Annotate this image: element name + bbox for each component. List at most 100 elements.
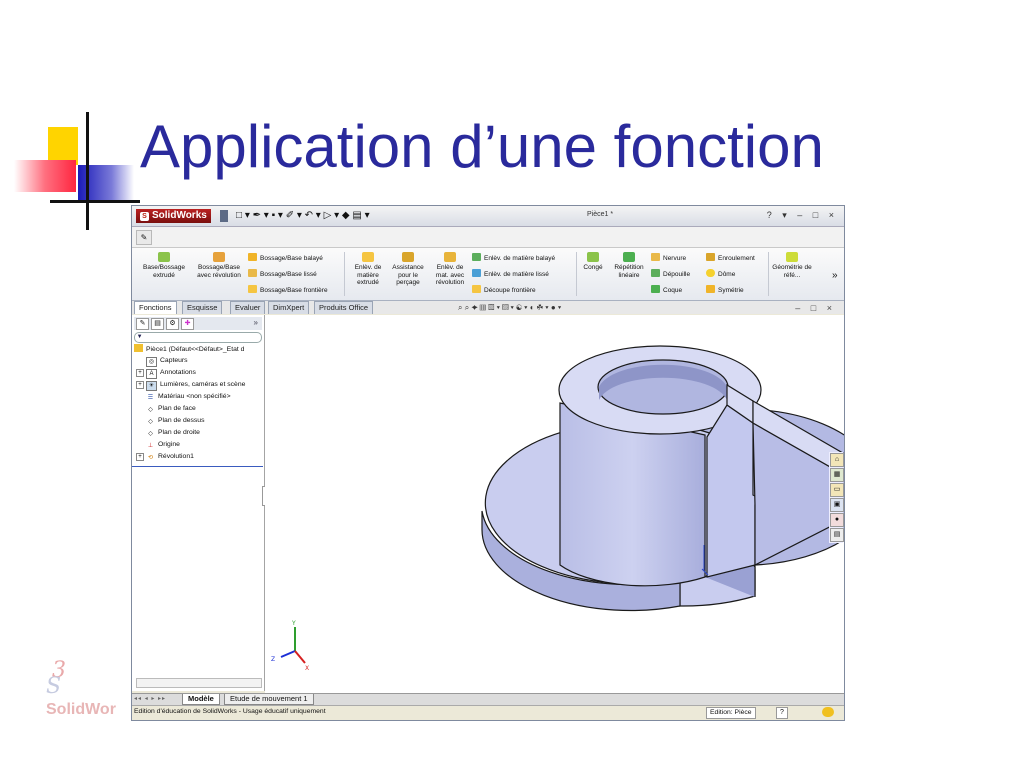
cut-sweep-label: Enlèv. de matière balayé [484, 255, 556, 262]
shell-button[interactable]: Coque [651, 285, 682, 295]
sweep-icon [248, 253, 257, 261]
document-window-controls[interactable]: – □ × [795, 303, 836, 313]
rebuild-icon[interactable] [822, 707, 834, 717]
cut-revolve-icon [444, 252, 456, 262]
mirror-button[interactable]: Symétrie [706, 285, 744, 295]
view-palette-icon[interactable]: ▣ [830, 498, 844, 512]
rib-button[interactable]: Nervure [651, 253, 686, 263]
dimxpert-manager-icon[interactable]: ✚ [181, 318, 194, 330]
heads-up-view-toolbar[interactable]: ⌕ ⌕ ✦ ▥ ▧ ▾ ▨ ▾ ☯ ▾ ◐ ☘ ▾ ● ▾ [458, 303, 561, 313]
tree-filter-input[interactable]: ▼ [134, 332, 262, 343]
boundary-cut-button[interactable]: Découpe frontière [472, 285, 536, 295]
expand-icon[interactable]: + [136, 453, 144, 461]
boundary-button[interactable]: Bossage/Base frontière [248, 285, 328, 295]
loft-button[interactable]: Bossage/Base lissé [248, 269, 317, 279]
graphics-area[interactable]: Y Z X ⌂ ▦ ▭ ▣ ● ▤ [265, 315, 844, 693]
cut-extrude-icon [362, 252, 374, 262]
tree-item-origin[interactable]: ⊥ Origine [146, 440, 180, 450]
dome-button[interactable]: Dôme [706, 269, 735, 279]
custom-properties-icon[interactable]: ▤ [830, 528, 844, 542]
extrude-icon [158, 252, 170, 262]
help-icon[interactable]: ? [776, 707, 788, 719]
dome-icon [706, 269, 715, 277]
fillet-icon [587, 252, 599, 262]
feature-manager-icon[interactable]: ✎ [136, 318, 149, 330]
menu-flyout-arrow[interactable] [220, 210, 228, 222]
part-3d-model[interactable]: Y Z X [265, 315, 844, 693]
window-controls[interactable]: ? ▾ – □ × [767, 210, 838, 221]
expand-icon[interactable]: + [136, 369, 144, 377]
linear-pattern-label: Répétition linéaire [614, 264, 644, 279]
tree-item-label: Matériau <non spécifié> [158, 393, 231, 400]
tree-item-revolution1[interactable]: + ⟲ Révolution1 [136, 452, 194, 462]
base-extrude-button[interactable]: Base/Bossage extrudé [138, 252, 190, 279]
hole-wizard-button[interactable]: Assistance pour le perçage [388, 252, 428, 287]
tree-item-label: Révolution1 [158, 453, 194, 460]
solidworks-logo-icon: S [140, 212, 149, 221]
quick-access-toolbar[interactable]: □ ▾ ✒ ▾ ▪ ▾ ✐ ▾ ↶ ▾ ▷ ▾ ◆ ▤ ▾ [236, 211, 370, 221]
tab-esquisse[interactable]: Esquisse [182, 301, 223, 314]
mirror-icon [706, 285, 715, 293]
material-icon: ☰ [146, 394, 155, 402]
cut-loft-button[interactable]: Enlèv. de matière lissé [472, 269, 549, 279]
configuration-manager-icon[interactable]: ⚙ [166, 318, 179, 330]
tab-motion-study[interactable]: Etude de mouvement 1 [224, 694, 314, 705]
home-icon[interactable]: ⌂ [830, 453, 844, 467]
plane-icon: ◇ [146, 418, 155, 426]
cut-extrude-button[interactable]: Enlèv. de matière extrudé [348, 252, 388, 287]
loft-icon [248, 269, 257, 277]
tree-root-part[interactable]: Pièce1 (Défaut<<Défaut>_Etat d [134, 344, 244, 354]
tree-item-front-plane[interactable]: ◇ Plan de face [146, 404, 196, 414]
shell-label: Coque [663, 287, 683, 294]
tree-item-material[interactable]: ☰ Matériau <non spécifié> [146, 392, 231, 402]
tree-horizontal-scrollbar[interactable] [136, 678, 262, 688]
solidworks-menu-button[interactable]: S SolidWorks [136, 209, 211, 223]
sweep-button[interactable]: Bossage/Base balayé [248, 253, 323, 263]
rollback-bar[interactable] [132, 466, 263, 467]
ribbon-more-button[interactable]: » [832, 270, 838, 281]
status-text: Edition d'éducation de SolidWorks - Usag… [134, 708, 326, 715]
tab-evaluer[interactable]: Evaluer [230, 301, 266, 314]
tree-item-right-plane[interactable]: ◇ Plan de droite [146, 428, 200, 438]
wrap-button[interactable]: Enroulement [706, 253, 755, 263]
tree-item-label: Origine [158, 441, 180, 448]
draft-button[interactable]: Dépouille [651, 269, 690, 279]
linear-pattern-button[interactable]: Répétition linéaire [609, 252, 649, 279]
base-revolve-button[interactable]: Bossage/Base avec révolution [194, 252, 244, 279]
file-explorer-icon[interactable]: ▭ [830, 483, 844, 497]
tree-item-capteurs[interactable]: ◎ Capteurs [146, 356, 188, 367]
watermark-text: SolidWor [46, 701, 116, 718]
appearances-icon[interactable]: ● [830, 513, 844, 527]
tree-item-annotations[interactable]: + A Annotations [136, 368, 196, 379]
revolve-icon [213, 252, 225, 262]
cut-revolve-button[interactable]: Enlèv. de mat. avec révolution [430, 252, 470, 287]
manager-tabs: ✎ ▤ ⚙ ✚ » [134, 317, 262, 330]
tree-item-lights[interactable]: + ☀ Lumières, caméras et scène [136, 380, 245, 391]
collapse-panel-button[interactable]: » [254, 318, 258, 327]
svg-text:X: X [305, 665, 309, 672]
cut-sweep-button[interactable]: Enlèv. de matière balayé [472, 253, 555, 263]
reference-geometry-button[interactable]: Géométrie de réfé... [772, 252, 812, 279]
boundary-cut-icon [472, 285, 481, 293]
tab-modele[interactable]: Modèle [182, 694, 220, 705]
fillet-button[interactable]: Congé [579, 252, 607, 272]
draft-icon [651, 269, 660, 277]
tab-scroll-arrows[interactable]: ◂◂ ◂ ▸ ▸▸ [134, 695, 166, 702]
tab-fonctions[interactable]: Fonctions [134, 301, 177, 314]
tab-produits-office[interactable]: Produits Office [314, 301, 374, 314]
cut-revolve-label: Enlèv. de mat. avec révolution [435, 264, 465, 286]
design-library-icon[interactable]: ▦ [830, 468, 844, 482]
lights-icon: ☀ [146, 381, 157, 391]
plane-icon: ◇ [146, 430, 155, 438]
property-manager-icon[interactable]: ▤ [151, 318, 164, 330]
slide-title: Application d’une fonction [140, 113, 824, 180]
cut-loft-icon [472, 269, 481, 277]
bottom-tab-bar: ◂◂ ◂ ▸ ▸▸ Modèle Etude de mouvement 1 [132, 693, 844, 705]
brand-label: SolidWorks [152, 210, 207, 221]
plane-icon: ◇ [146, 406, 155, 414]
pin-icon[interactable]: ✎ [136, 230, 152, 245]
tab-dimxpert[interactable]: DimXpert [268, 301, 310, 314]
tree-item-top-plane[interactable]: ◇ Plan de dessus [146, 416, 204, 426]
expand-icon[interactable]: + [136, 381, 144, 389]
ribbon-separator [768, 252, 769, 296]
